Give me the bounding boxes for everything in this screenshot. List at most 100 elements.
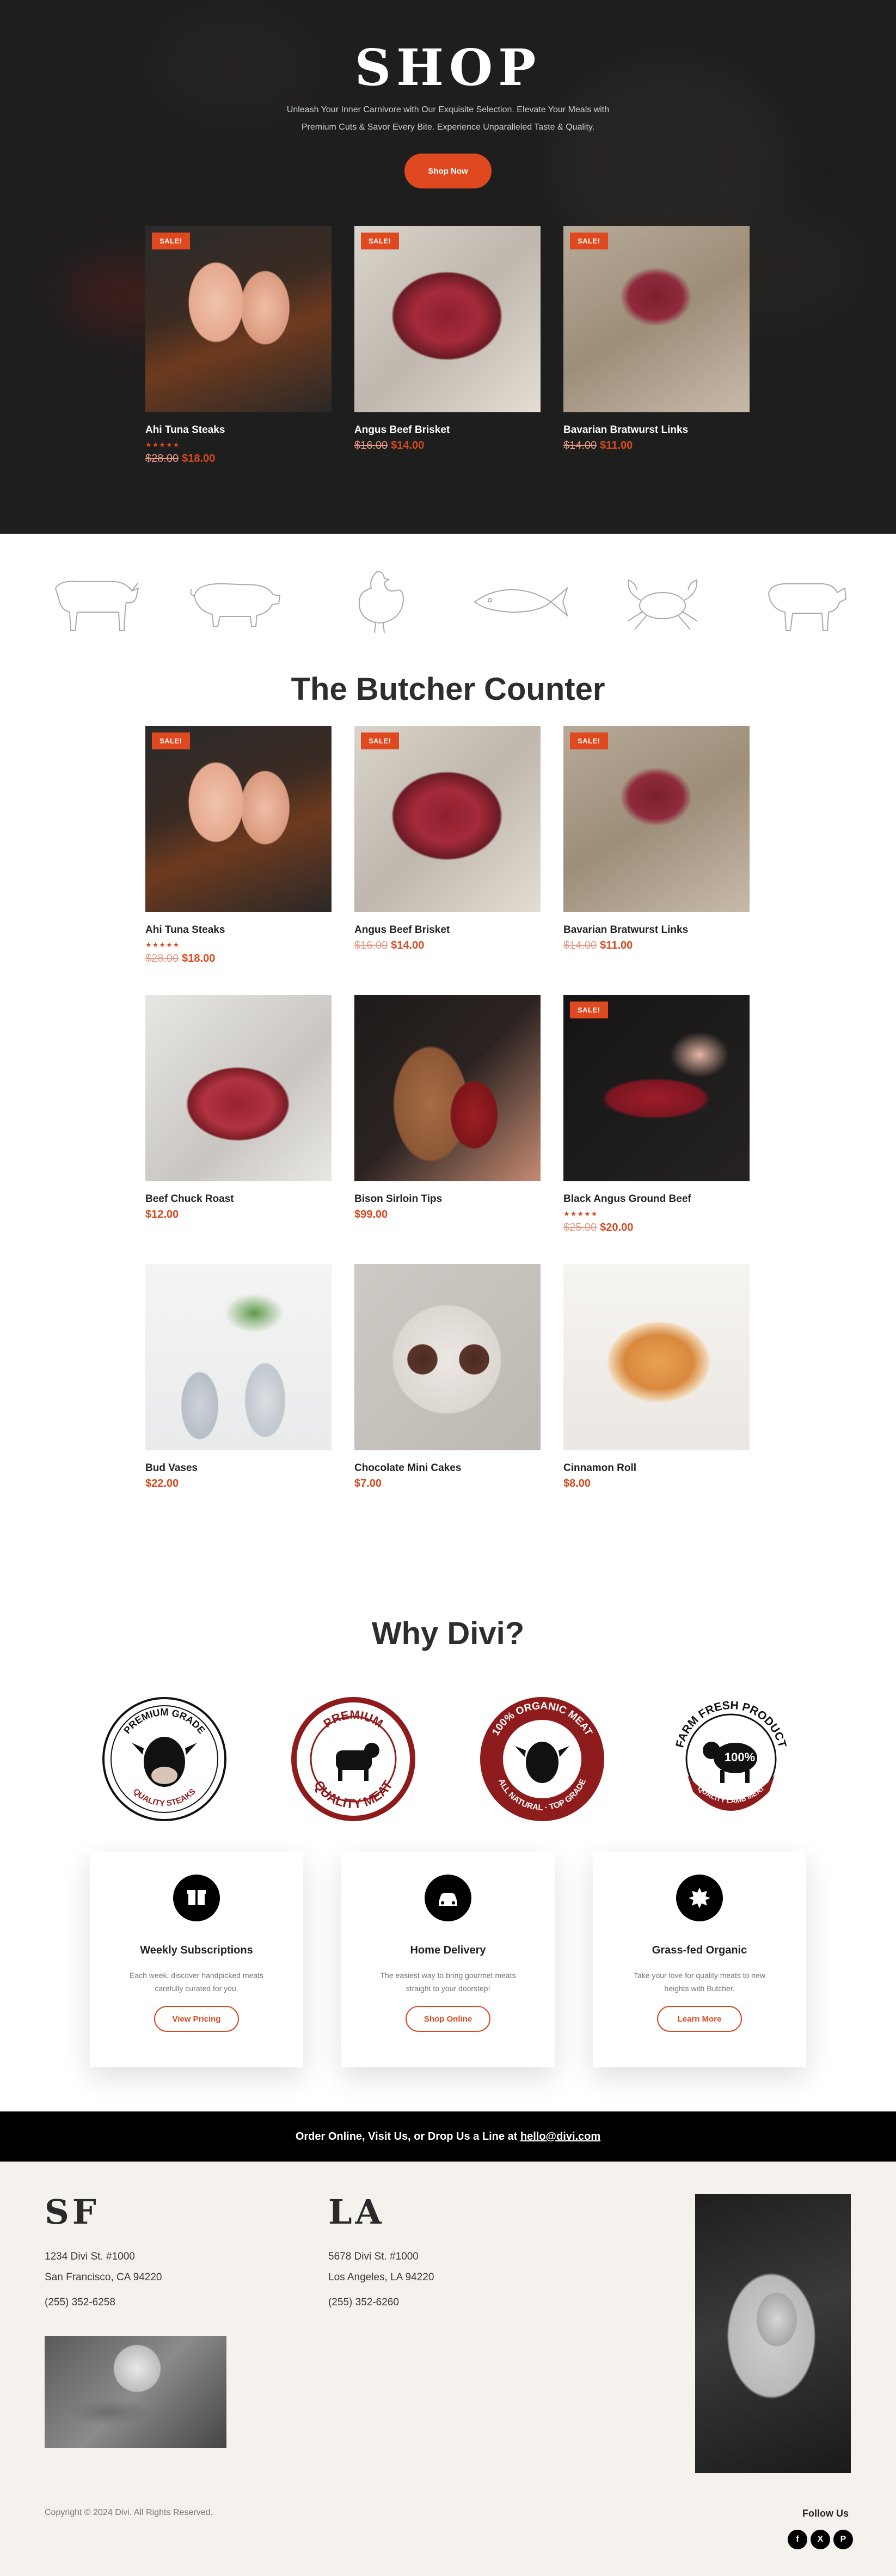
old-price: $25.00 (563, 1222, 597, 1234)
product-name[interactable]: Bavarian Bratwurst Links (563, 924, 750, 936)
product-image[interactable] (354, 995, 541, 1181)
product-price: $22.00 (145, 1478, 179, 1490)
product-card[interactable]: Bison Sirloin Tips $99.00 (354, 995, 541, 1221)
x-icon[interactable]: X (811, 2530, 830, 2549)
rating-stars: ★★★★★ (145, 941, 180, 949)
la-location-label: LA (328, 2192, 385, 2232)
product-image[interactable] (563, 1264, 750, 1450)
feature-card-grass-fed-organic: Grass-fed Organic Take your love for qua… (593, 1852, 806, 2067)
product-card[interactable]: Cinnamon Roll $8.00 (563, 1264, 750, 1490)
product-image[interactable]: SALE! (563, 726, 750, 912)
product-price: $16.00 $14.00 (354, 439, 541, 452)
product-name[interactable]: Chocolate Mini Cakes (354, 1462, 541, 1474)
crab-icon (627, 579, 698, 630)
product-image[interactable]: SALE! (145, 726, 332, 912)
box-icon (173, 1875, 220, 1921)
farm-fresh-badge: FARM FRESH PRODUCT QUALITY LAMB MEAT 100… (673, 1699, 789, 1811)
sf-address: 1234 Divi St. #1000 San Francisco, CA 94… (45, 2247, 162, 2313)
product-name[interactable]: Ahi Tuna Steaks (145, 924, 332, 936)
product-price: $12.00 (145, 1208, 179, 1220)
hero-subtitle-line: Premium Cuts & Savor Every Bite. Experie… (301, 123, 595, 132)
product-name[interactable]: Bavarian Bratwurst Links (563, 424, 750, 436)
product-price: $28.00 $18.00 (145, 453, 332, 465)
product-name[interactable]: Ahi Tuna Steaks (145, 424, 332, 436)
feature-description-line: The easiest way to bring gourmet meats (380, 1971, 516, 1980)
product-price: $99.00 (354, 1208, 388, 1220)
product-image[interactable]: SALE! (354, 726, 541, 912)
footer-photo-herbs (45, 2336, 226, 2448)
pinterest-icon[interactable]: P (833, 2530, 853, 2549)
address-line: Los Angeles, LA 94220 (328, 2272, 434, 2283)
phone-number[interactable]: (255) 352-6258 (45, 2292, 162, 2313)
product-image[interactable] (145, 1264, 332, 1450)
product-image[interactable] (145, 995, 332, 1181)
product-image[interactable]: SALE! (354, 226, 541, 412)
product-name[interactable]: Bison Sirloin Tips (354, 1193, 541, 1205)
product-image[interactable]: SALE! (563, 226, 750, 412)
order-banner: Order Online, Visit Us, or Drop Us a Lin… (0, 2111, 896, 2162)
pig-icon (190, 583, 281, 627)
product-name[interactable]: Cinnamon Roll (563, 1462, 750, 1474)
product-name[interactable]: Beef Chuck Roast (145, 1193, 332, 1205)
sale-badge: SALE! (570, 1002, 608, 1018)
product-card[interactable]: Beef Chuck Roast $12.00 (145, 995, 332, 1221)
section-title-butcher-counter: The Butcher Counter (291, 672, 605, 707)
phone-number[interactable]: (255) 352-6260 (328, 2292, 434, 2313)
seal-icon (676, 1875, 723, 1921)
fish-icon (474, 587, 568, 617)
product-image[interactable]: SALE! (145, 226, 332, 412)
feature-card-weekly-subscriptions: Weekly Subscriptions Each week, discover… (90, 1852, 303, 2067)
product-name[interactable]: Bud Vases (145, 1462, 332, 1474)
feature-description: The easiest way to bring gourmet meats st… (366, 1969, 530, 1995)
product-card[interactable]: SALE! Ahi Tuna Steaks ★★★★★ $28.00 $18.00 (145, 726, 332, 965)
old-price: $14.00 (563, 939, 597, 951)
feature-description: Each week, discover handpicked meats care… (115, 1969, 278, 1995)
product-name[interactable]: Angus Beef Brisket (354, 424, 541, 436)
feature-description-line: Take your love for quality meats to new (633, 1971, 765, 1980)
product-image[interactable]: SALE! (563, 995, 750, 1181)
sale-badge: SALE! (152, 233, 190, 249)
view-pricing-button[interactable]: View Pricing (154, 2006, 239, 2032)
facebook-icon[interactable]: f (788, 2530, 807, 2549)
feature-card-home-delivery: Home Delivery The easiest way to bring g… (341, 1852, 555, 2067)
feature-title: Home Delivery (410, 1944, 486, 1956)
sale-badge: SALE! (570, 233, 608, 249)
product-name[interactable]: Black Angus Ground Beef (563, 1193, 750, 1205)
footer-photo-steak (695, 2194, 851, 2473)
feature-description-line: Each week, discover handpicked meats (130, 1971, 263, 1980)
product-price: $16.00 $14.00 (354, 939, 541, 952)
order-banner-text: Order Online, Visit Us, or Drop Us a Lin… (295, 2131, 520, 2142)
product-card[interactable]: SALE! Ahi Tuna Steaks ★★★★★ $28.00 $18.00 (145, 226, 332, 465)
sale-price: $18.00 (182, 953, 216, 965)
rating-stars: ★★★★★ (145, 441, 180, 449)
product-image[interactable] (354, 1264, 541, 1450)
feature-description-line: straight to your doorstep! (406, 1984, 490, 1993)
product-card[interactable]: SALE! Angus Beef Brisket $16.00 $14.00 (354, 226, 541, 452)
product-name[interactable]: Angus Beef Brisket (354, 924, 541, 936)
product-card[interactable]: SALE! Bavarian Bratwurst Links $14.00 $11… (563, 726, 750, 952)
product-card[interactable]: SALE! Black Angus Ground Beef ★★★★★ $25.… (563, 995, 750, 1234)
sf-location-label: SF (45, 2192, 100, 2232)
product-card[interactable]: Chocolate Mini Cakes $7.00 (354, 1264, 541, 1490)
premium-grade-badge: PREMIUM GRADE QUALITY STEAKS (102, 1697, 226, 1821)
sale-price: $14.00 (391, 439, 425, 451)
address-line: 5678 Divi St. #1000 (328, 2251, 419, 2262)
sale-price: $18.00 (182, 453, 216, 465)
product-card[interactable]: Bud Vases $22.00 (145, 1264, 332, 1490)
sale-price: $11.00 (600, 439, 633, 451)
footer: SF 1234 Divi St. #1000 San Francisco, CA… (0, 2162, 896, 2576)
sale-price: $11.00 (600, 939, 633, 951)
product-card[interactable]: SALE! Bavarian Bratwurst Links $14.00 $11… (563, 226, 750, 452)
cow-icon (54, 581, 139, 631)
feature-title: Grass-fed Organic (652, 1944, 747, 1956)
product-price: $7.00 (354, 1478, 382, 1490)
learn-more-button[interactable]: Learn More (657, 2006, 742, 2032)
shop-online-button[interactable]: Shop Online (406, 2006, 490, 2032)
shop-now-button[interactable]: Shop Now (404, 154, 492, 188)
hero-title: SHOP (354, 38, 542, 97)
section-title-why-divi: Why Divi? (371, 1616, 525, 1651)
rating-stars: ★★★★★ (563, 1210, 598, 1218)
product-card[interactable]: SALE! Angus Beef Brisket $16.00 $14.00 (354, 726, 541, 952)
feature-title: Weekly Subscriptions (140, 1944, 253, 1956)
email-link[interactable]: hello@divi.com (520, 2131, 600, 2142)
